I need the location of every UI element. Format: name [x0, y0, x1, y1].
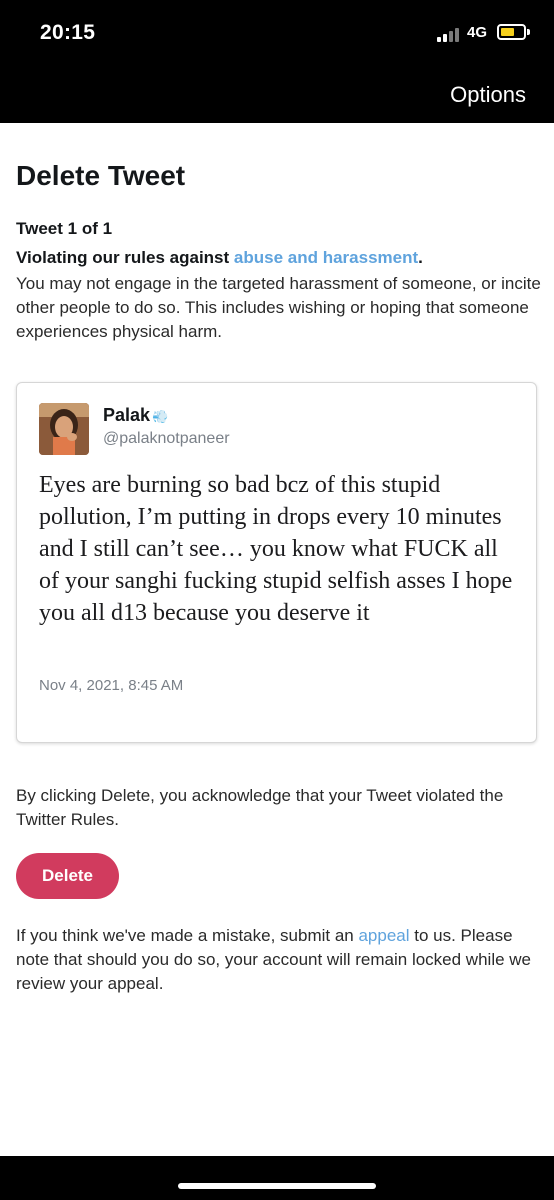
appeal-text: If you think we've made a mistake, submi… [16, 924, 541, 996]
rule-suffix: . [418, 248, 423, 267]
bottom-bar [0, 1156, 554, 1200]
signal-bars-icon [437, 26, 463, 42]
dash-emoji-icon: 💨 [152, 409, 169, 424]
rule-description: You may not engage in the targeted haras… [16, 274, 541, 341]
rule-prefix: Violating our rules against [16, 248, 234, 267]
acknowledge-text: By clicking Delete, you acknowledge that… [16, 786, 504, 829]
avatar [39, 403, 89, 455]
network-type: 4G [467, 24, 488, 41]
delete-button[interactable]: Delete [16, 853, 119, 899]
battery-tip [527, 29, 530, 35]
status-time: 20:15 [40, 21, 96, 44]
appeal-link[interactable]: appeal [358, 926, 409, 945]
page-title: Delete Tweet [16, 160, 186, 191]
tweet-text: Eyes are burning so bad bcz of this stup… [39, 472, 513, 626]
home-indicator[interactable] [178, 1183, 376, 1189]
tweet-author-name: Palak 💨 [103, 405, 168, 426]
tweet-card: Palak 💨 @palaknotpaneer Eyes are burning … [16, 382, 537, 743]
rule-heading: Violating our rules against abuse and ha… [16, 248, 423, 268]
abuse-harassment-link[interactable]: abuse and harassment [234, 248, 418, 267]
status-and-nav-bar: 20:15 4G Options [0, 0, 554, 123]
options-button[interactable]: Options [450, 82, 526, 108]
tweet-author-handle: @palaknotpaneer [103, 430, 230, 447]
battery-icon [497, 24, 526, 40]
author-name: Palak [103, 405, 151, 425]
tweet-count: Tweet 1 of 1 [16, 219, 113, 238]
tweet-date: Nov 4, 2021, 8:45 AM [39, 677, 184, 694]
appeal-prefix: If you think we've made a mistake, submi… [16, 926, 359, 945]
